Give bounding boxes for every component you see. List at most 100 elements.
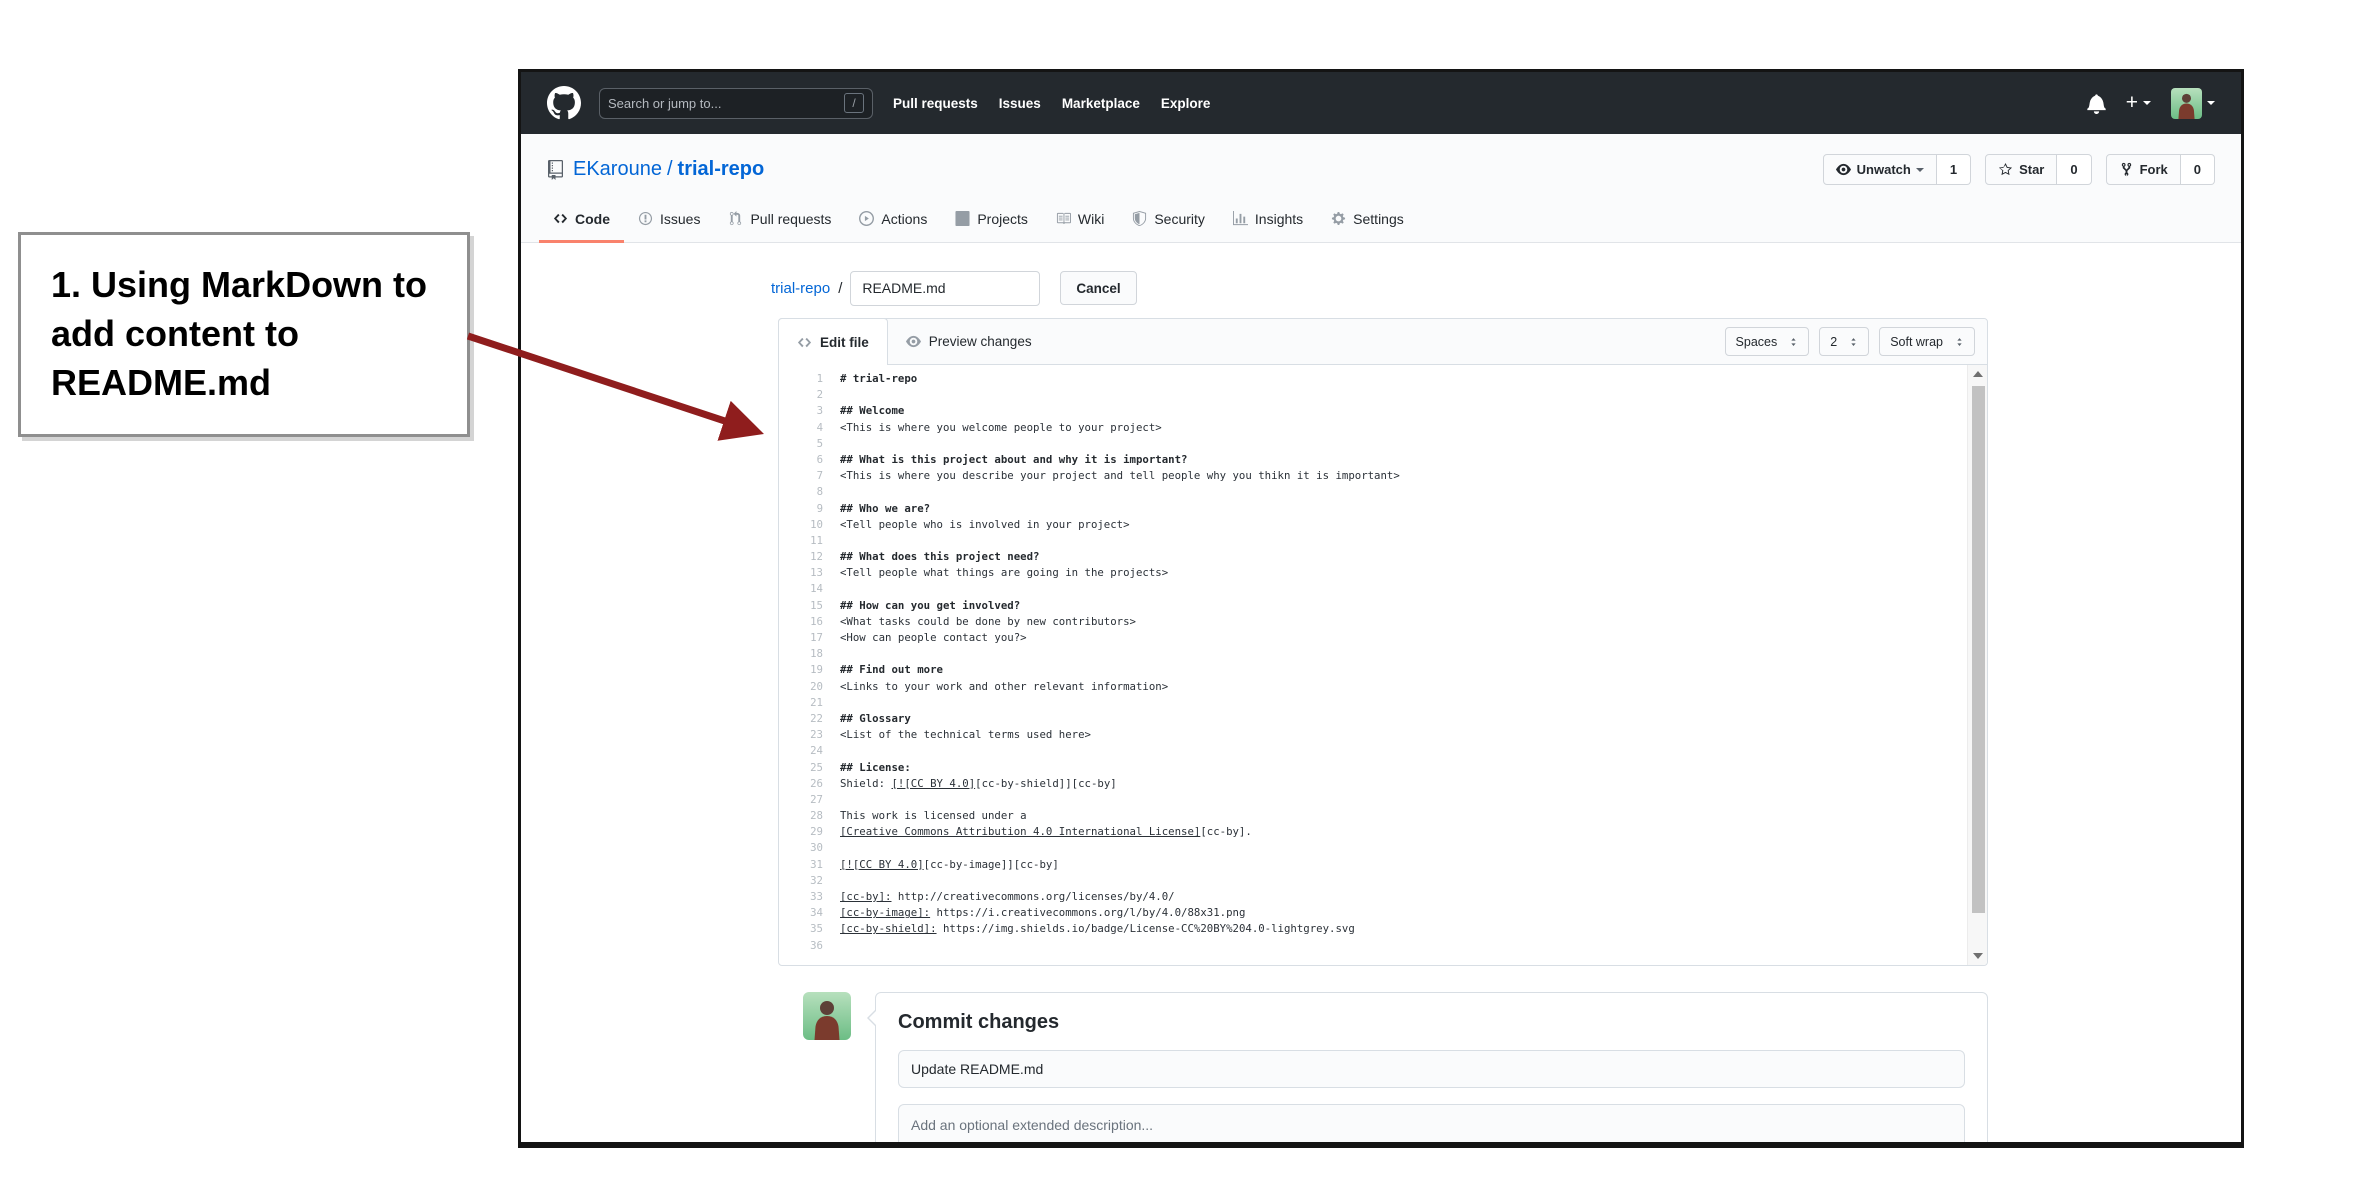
repo-tab-insights[interactable]: Insights: [1219, 197, 1317, 243]
fork-button[interactable]: Fork: [2106, 154, 2181, 185]
line-number: 10: [779, 517, 823, 533]
code-line: 35[cc-by-shield]: https://img.shields.io…: [779, 921, 1987, 937]
line-number: 16: [779, 614, 823, 630]
file-editor-card: Edit file Preview changes Spaces 2 Soft wr…: [778, 318, 1988, 966]
repo-tab-code[interactable]: Code: [539, 197, 624, 243]
star-icon: [1998, 162, 2013, 177]
code-text: # trial-repo: [823, 371, 917, 387]
repo-owner-link[interactable]: EKaroune: [573, 158, 662, 180]
cancel-button[interactable]: Cancel: [1060, 271, 1136, 305]
code-text: ## Welcome: [823, 403, 904, 419]
code-line: 31[![CC BY 4.0][cc-by-image]][cc-by]: [779, 857, 1987, 873]
code-text: <How can people contact you?>: [823, 630, 1027, 646]
line-number: 3: [779, 403, 823, 419]
scrollbar-thumb[interactable]: [1972, 386, 1985, 913]
header-nav-pull-requests[interactable]: Pull requests: [893, 96, 978, 111]
repo-tab-wiki[interactable]: Wiki: [1042, 197, 1118, 243]
header-nav-issues[interactable]: Issues: [999, 96, 1041, 111]
repo-tab-insights-label: Insights: [1255, 211, 1303, 227]
code-line: 19## Find out more: [779, 662, 1987, 678]
repo-tab-actions[interactable]: Actions: [845, 197, 941, 243]
fork-count[interactable]: 0: [2181, 154, 2215, 185]
code-text: Shield: [![CC BY 4.0][cc-by-shield]][cc-…: [823, 776, 1117, 792]
breadcrumb-separator: /: [667, 158, 673, 180]
star-button[interactable]: Star: [1985, 154, 2057, 185]
code-line: 30: [779, 840, 1987, 856]
repo-tab-issues[interactable]: Issues: [624, 197, 714, 243]
line-number: 22: [779, 711, 823, 727]
repo-name-link[interactable]: trial-repo: [678, 158, 765, 180]
graph-icon: [1233, 211, 1248, 226]
code-line: 7<This is where you describe your projec…: [779, 468, 1987, 484]
updown-arrows-icon: [1955, 336, 1964, 348]
book-icon: [1056, 211, 1071, 226]
code-text: This work is licensed under a: [823, 808, 1027, 824]
code-icon: [797, 335, 812, 350]
github-logo-icon[interactable]: [547, 86, 581, 120]
line-number: 5: [779, 436, 823, 452]
tab-preview-changes[interactable]: Preview changes: [888, 318, 1050, 364]
issue-icon: [638, 211, 653, 226]
indent-size-select-value: 2: [1830, 335, 1837, 349]
filename-input[interactable]: [850, 271, 1040, 306]
indent-mode-select[interactable]: Spaces: [1725, 327, 1810, 356]
scrollbar-up-arrow[interactable]: [1968, 365, 1987, 383]
repo-tab-security-label: Security: [1154, 211, 1205, 227]
breadcrumb-repo-link[interactable]: trial-repo: [771, 280, 830, 297]
code-line: 36: [779, 938, 1987, 954]
commit-description-textarea[interactable]: [898, 1104, 1965, 1148]
code-text: ## Find out more: [823, 662, 943, 678]
indent-size-select[interactable]: 2: [1819, 327, 1869, 356]
play-icon: [859, 211, 874, 226]
code-text: [cc-by-shield]: https://img.shields.io/b…: [823, 921, 1355, 937]
code-editor[interactable]: 1# trial-repo23## Welcome4<This is where…: [779, 365, 1987, 965]
header-nav-marketplace[interactable]: Marketplace: [1062, 96, 1140, 111]
fork-label: Fork: [2140, 162, 2168, 177]
code-text: [823, 743, 840, 759]
breadcrumb-separator: /: [838, 280, 842, 297]
line-number: 23: [779, 727, 823, 743]
header-search[interactable]: /: [599, 88, 873, 119]
wrap-mode-select-value: Soft wrap: [1890, 335, 1943, 349]
code-line: 5: [779, 436, 1987, 452]
unwatch-button[interactable]: Unwatch: [1823, 154, 1937, 185]
code-text: [cc-by-image]: https://i.creativecommons…: [823, 905, 1245, 921]
wrap-mode-select[interactable]: Soft wrap: [1879, 327, 1975, 356]
repo-tab-projects[interactable]: Projects: [941, 197, 1042, 243]
repo-tab-settings[interactable]: Settings: [1317, 197, 1418, 243]
line-number: 32: [779, 873, 823, 889]
user-menu[interactable]: [2171, 88, 2215, 119]
code-text: ## Who we are?: [823, 501, 930, 517]
create-new-menu[interactable]: +: [2126, 91, 2151, 115]
editor-scrollbar[interactable]: [1967, 365, 1987, 965]
tab-edit-file[interactable]: Edit file: [778, 318, 888, 365]
unwatch-count[interactable]: 1: [1937, 154, 1971, 185]
code-line: 24: [779, 743, 1987, 759]
line-number: 31: [779, 857, 823, 873]
commit-message-input[interactable]: [898, 1050, 1965, 1088]
repo-tab-wiki-label: Wiki: [1078, 211, 1104, 227]
line-number: 13: [779, 565, 823, 581]
header-avatar[interactable]: [2171, 88, 2202, 119]
line-number: 34: [779, 905, 823, 921]
project-icon: [955, 211, 970, 226]
code-text: <This is where you describe your project…: [823, 468, 1400, 484]
tab-preview-changes-label: Preview changes: [929, 334, 1032, 349]
scrollbar-down-arrow[interactable]: [1968, 947, 1987, 965]
star-count[interactable]: 0: [2057, 154, 2091, 185]
repo-header: EKaroune/trial-repo Unwatch1Star0Fork0: [521, 134, 2241, 197]
code-line: 14: [779, 581, 1987, 597]
notifications-bell-icon[interactable]: [2087, 93, 2106, 114]
editor-controls: Spaces 2 Soft wrap: [1725, 327, 1975, 356]
code-line: 15## How can you get involved?: [779, 598, 1987, 614]
repo-tab-pull-requests[interactable]: Pull requests: [714, 197, 845, 243]
slash-key-hint: /: [844, 93, 864, 113]
line-number: 14: [779, 581, 823, 597]
header-nav-explore[interactable]: Explore: [1161, 96, 1211, 111]
search-input[interactable]: [608, 96, 844, 111]
repo-tab-security[interactable]: Security: [1118, 197, 1219, 243]
code-text: <Tell people who is involved in your pro…: [823, 517, 1130, 533]
repo-tab-nav: CodeIssuesPull requestsActionsProjects Wi…: [521, 197, 2241, 243]
line-number: 21: [779, 695, 823, 711]
code-text: <Links to your work and other relevant i…: [823, 679, 1168, 695]
